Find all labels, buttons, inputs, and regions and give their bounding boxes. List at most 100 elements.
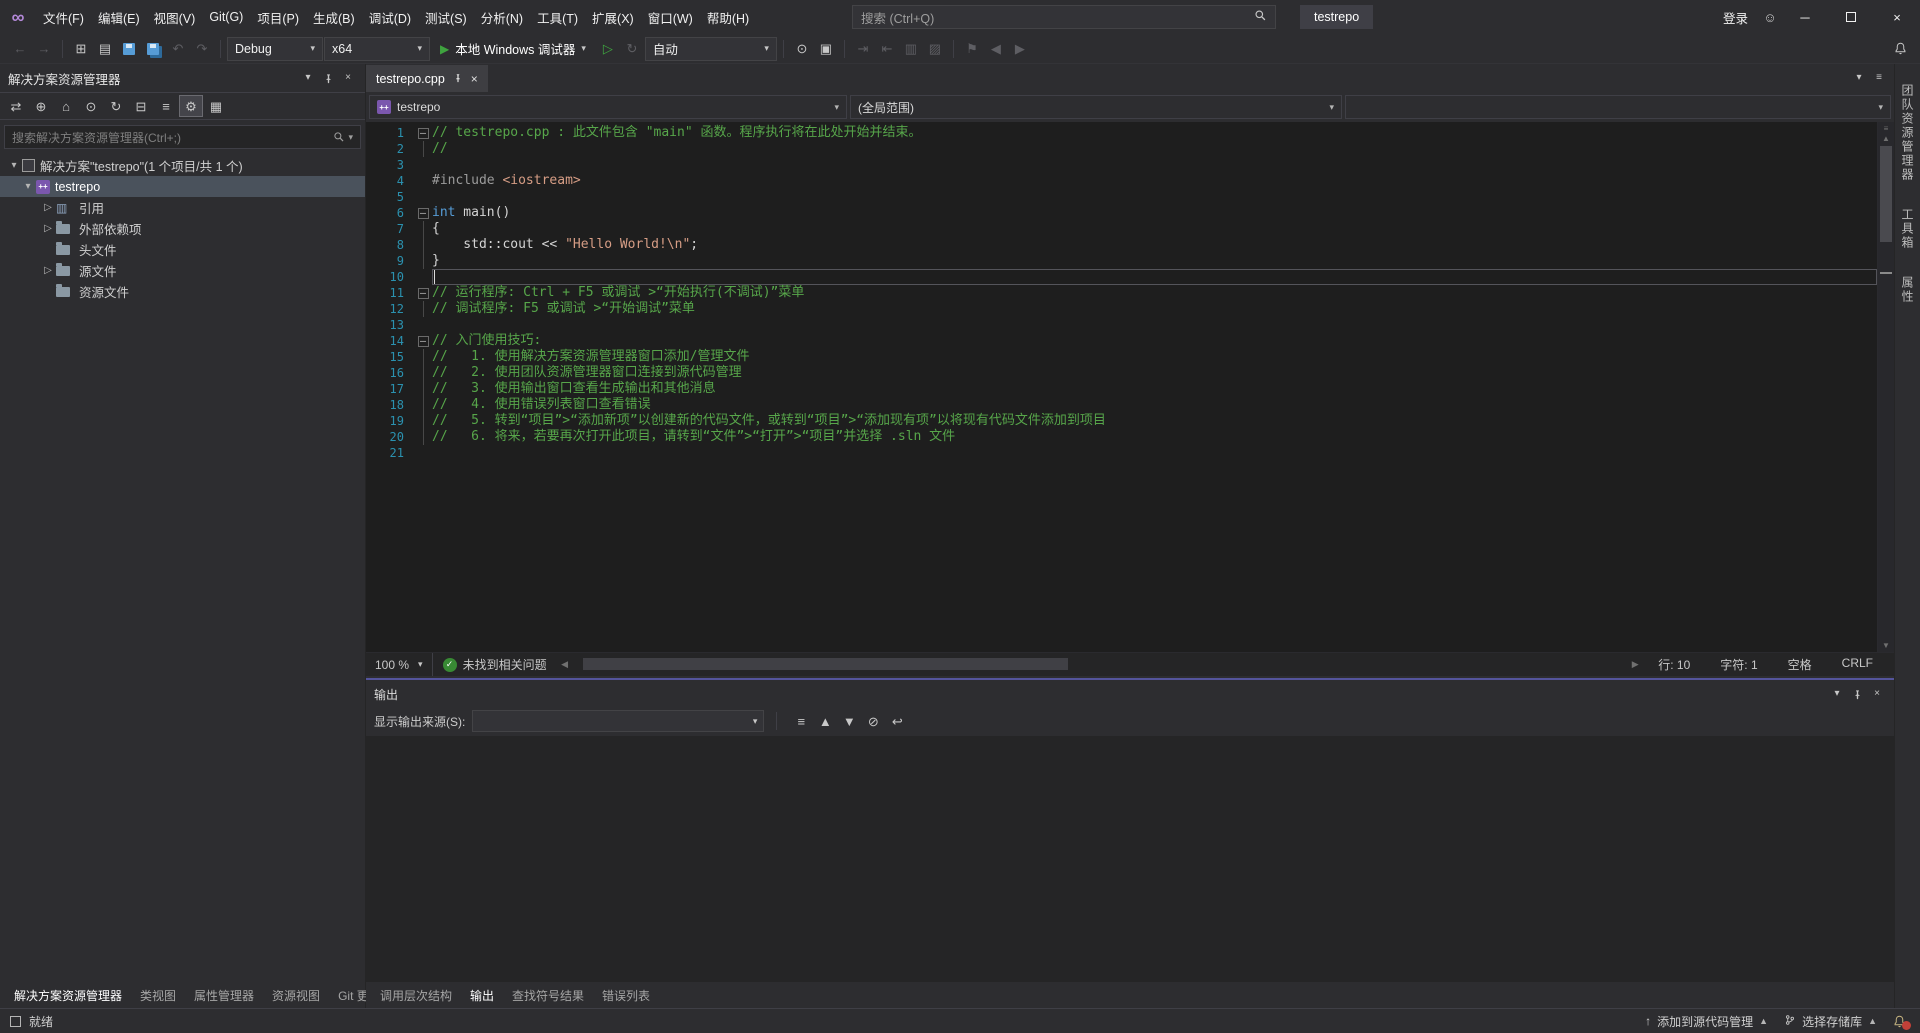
fold-collapse-icon[interactable]: – [418, 336, 429, 347]
tree-item-2[interactable]: 头文件 [0, 239, 365, 260]
forward-icon[interactable]: → [32, 38, 56, 60]
menu-item-2[interactable]: 视图(V) [147, 0, 203, 34]
breadcrumb-member-dropdown[interactable]: ▾ [1345, 95, 1891, 119]
code-line-6[interactable]: 6–int main() [366, 205, 1877, 221]
code-line-13[interactable]: 13 [366, 317, 1877, 333]
line-indicator[interactable]: 行: 10 [1643, 656, 1705, 673]
autohide-tab-1[interactable]: 工具箱 [1899, 208, 1916, 250]
show-all-files-icon[interactable]: ▦ [204, 95, 228, 117]
tree-item-3[interactable]: ▷源文件 [0, 260, 365, 281]
platform-dropdown[interactable]: x64▾ [324, 37, 430, 61]
expander-icon[interactable]: ▷ [40, 223, 56, 234]
expander-icon[interactable]: ▷ [40, 265, 56, 276]
toolbar-notifications-icon[interactable] [1888, 38, 1912, 60]
collapse-all-icon[interactable]: ⊟ [129, 95, 153, 117]
code-line-16[interactable]: 16// 2. 使用团队资源管理器窗口连接到源代码管理 [366, 365, 1877, 381]
code-line-10[interactable]: 10 [366, 269, 1877, 285]
filter-icon[interactable]: ⊙ [79, 95, 103, 117]
close-icon[interactable]: × [1868, 683, 1886, 705]
window-menu-icon[interactable]: ▾ [1828, 683, 1846, 705]
settings-wrench-icon[interactable]: ⚙ [179, 95, 203, 117]
tab-pin-icon[interactable] [453, 72, 463, 86]
menu-item-10[interactable]: 扩展(X) [585, 0, 641, 34]
code-line-3[interactable]: 3 [366, 157, 1877, 173]
fold-collapse-icon[interactable]: – [418, 208, 429, 219]
scroll-right-icon[interactable]: ▶ [1627, 659, 1643, 670]
undo-icon[interactable]: ↶ [166, 38, 190, 60]
panel-tab-3[interactable]: 资源视图 [264, 983, 328, 1008]
save-icon[interactable] [117, 38, 141, 60]
home-icon[interactable]: ⌂ [54, 95, 78, 117]
scroll-up-icon[interactable]: ▲ [1878, 134, 1894, 143]
editor-horizontal-scrollbar[interactable]: ◀ ▶ [557, 653, 1644, 676]
autohide-tab-0[interactable]: 团队资源管理器 [1899, 84, 1916, 182]
autohide-tab-2[interactable]: 属性 [1899, 276, 1916, 304]
project-chip[interactable]: testrepo [1300, 5, 1373, 29]
debug-target-dropdown[interactable]: 自动▾ [645, 37, 777, 61]
add-new-item-icon[interactable]: ⊕ [29, 95, 53, 117]
line-ending-indicator[interactable]: CRLF [1827, 656, 1888, 673]
previous-bookmark-icon[interactable]: ◀ [984, 38, 1008, 60]
start-debugging-button[interactable]: ▶ 本地 Windows 调试器 ▾ [431, 36, 595, 62]
find-message-icon[interactable]: ≡ [789, 710, 813, 732]
panel-tab-2[interactable]: 属性管理器 [186, 983, 262, 1008]
code-line-20[interactable]: 20// 6. 将来，若要再次打开此项目，请转到“文件”>“打开”>“项目”并选… [366, 429, 1877, 445]
pin-icon[interactable] [319, 67, 337, 89]
solution-search-input[interactable]: 搜索解决方案资源管理器(Ctrl+;) ▾ [4, 125, 361, 149]
notifications-bell-icon[interactable] [1893, 1015, 1910, 1028]
configuration-dropdown[interactable]: Debug▾ [227, 37, 323, 61]
code-line-17[interactable]: 17// 3. 使用输出窗口查看生成输出和其他消息 [366, 381, 1877, 397]
document-tab-testrepo-cpp[interactable]: testrepo.cpp × [366, 65, 488, 92]
bottom-tab-0[interactable]: 调用层次结构 [372, 983, 460, 1008]
feedback-icon[interactable]: ☺ [1758, 6, 1782, 28]
menu-item-11[interactable]: 窗口(W) [641, 0, 700, 34]
zoom-dropdown[interactable]: 100 % ▾ [366, 653, 433, 676]
save-all-icon[interactable] [141, 38, 165, 60]
tree-item-0[interactable]: ▷▥引用 [0, 197, 365, 218]
code-line-9[interactable]: 9} [366, 253, 1877, 269]
menu-item-12[interactable]: 帮助(H) [700, 0, 756, 34]
output-content[interactable] [366, 736, 1894, 982]
document-health-indicator[interactable]: ✓ 未找到相关问题 [433, 656, 557, 673]
code-line-12[interactable]: 12// 调试程序: F5 或调试 >“开始调试”菜单 [366, 301, 1877, 317]
menu-item-9[interactable]: 工具(T) [530, 0, 585, 34]
solution-root-item[interactable]: ▾解决方案"testrepo"(1 个项目/共 1 个) [0, 155, 365, 176]
menu-item-7[interactable]: 测试(S) [418, 0, 474, 34]
close-icon[interactable]: × [339, 67, 357, 89]
menu-item-3[interactable]: Git(G) [202, 0, 250, 34]
menu-item-0[interactable]: 文件(F) [36, 0, 91, 34]
panel-tab-1[interactable]: 类视图 [132, 983, 184, 1008]
code-line-2[interactable]: 2// [366, 141, 1877, 157]
refresh-icon[interactable]: ↻ [104, 95, 128, 117]
code-line-19[interactable]: 19// 5. 转到“项目”>“添加新项”以创建新的代码文件，或转到“项目”>“… [366, 413, 1877, 429]
menu-item-8[interactable]: 分析(N) [474, 0, 530, 34]
next-bookmark-icon[interactable]: ▶ [1008, 38, 1032, 60]
expander-icon[interactable]: ▾ [20, 181, 36, 192]
column-indicator[interactable]: 字符: 1 [1705, 656, 1772, 673]
tree-item-4[interactable]: 资源文件 [0, 281, 365, 302]
next-message-icon[interactable]: ▼ [837, 710, 861, 732]
split-editor-handle[interactable]: ≡ [1878, 124, 1894, 133]
code-view-icon[interactable]: ≡ [154, 95, 178, 117]
expander-icon[interactable]: ▷ [40, 202, 56, 213]
add-to-source-control-button[interactable]: ↑ 添加到源代码管理 ▲ [1645, 1013, 1768, 1030]
quick-search-input[interactable]: 搜索 (Ctrl+Q) [852, 5, 1276, 29]
menu-item-6[interactable]: 调试(D) [362, 0, 418, 34]
minimize-button[interactable]: ─ [1782, 0, 1828, 34]
previous-message-icon[interactable]: ▲ [813, 710, 837, 732]
back-icon[interactable]: ← [8, 38, 32, 60]
code-line-18[interactable]: 18// 4. 使用错误列表窗口查看错误 [366, 397, 1877, 413]
word-wrap-icon[interactable]: ↩ [885, 710, 909, 732]
tree-item-1[interactable]: ▷外部依赖项 [0, 218, 365, 239]
code-line-4[interactable]: 4#include <iostream> [366, 173, 1877, 189]
search-icon[interactable] [1254, 9, 1267, 25]
breadcrumb-scope-dropdown[interactable]: (全局范围) ▾ [850, 95, 1342, 119]
breadcrumb-project-dropdown[interactable]: ++ testrepo ▾ [369, 95, 847, 119]
bottom-tab-1[interactable]: 输出 [462, 983, 502, 1008]
scrollbar-thumb[interactable] [1880, 146, 1892, 242]
editor-vertical-scrollbar[interactable]: ≡ ▲ ▼ [1877, 122, 1894, 652]
code-line-21[interactable]: 21 [366, 445, 1877, 461]
sync-active-document-icon[interactable]: ⇄ [4, 95, 28, 117]
uncomment-selection-icon[interactable]: ▨ [923, 38, 947, 60]
sign-in-link[interactable]: 登录 [1713, 8, 1758, 27]
